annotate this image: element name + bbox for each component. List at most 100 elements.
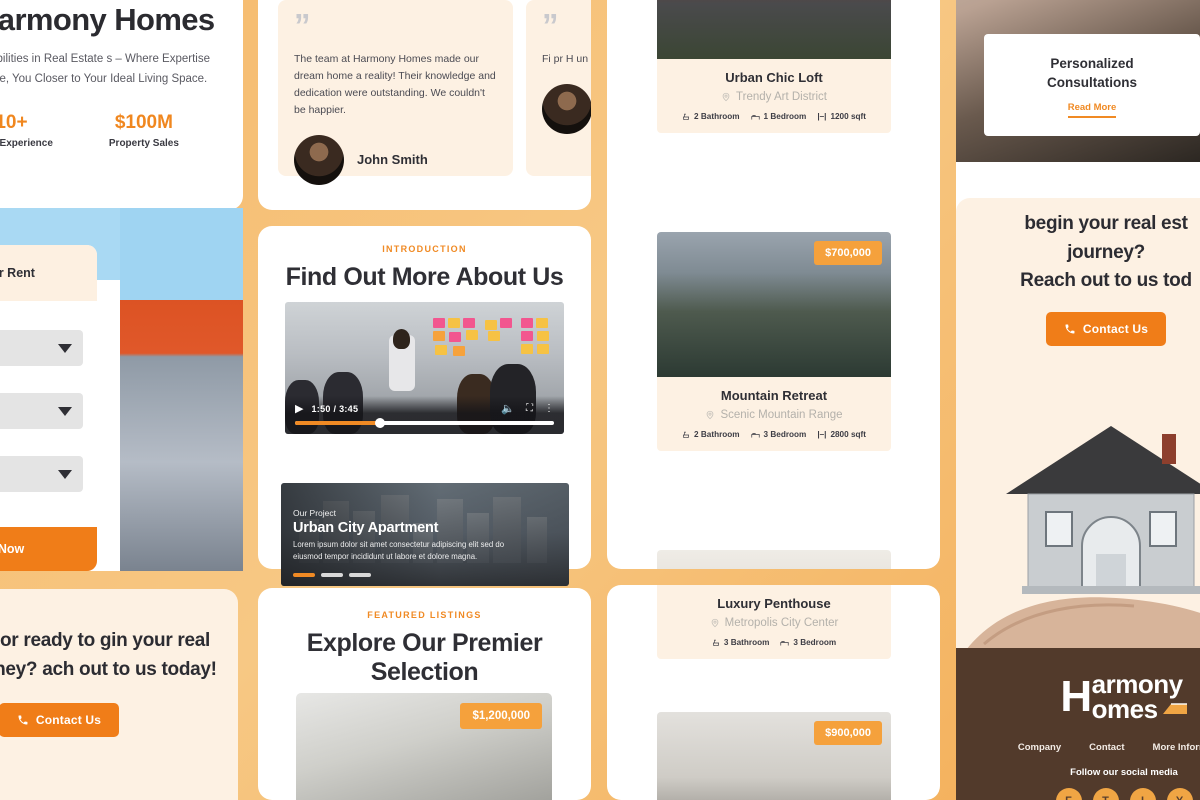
- service-card[interactable]: Personalized Consultations Read More: [984, 34, 1200, 136]
- listing-bedrooms: 3 Bedroom: [780, 638, 836, 647]
- listing-card[interactable]: Urban Chic Loft Trendy Art District 2 Ba…: [657, 0, 891, 133]
- video-timestamp: 1:50 / 3:45: [311, 403, 359, 414]
- bed-icon: [750, 115, 760, 120]
- search-form: n location y Type property type nge pric…: [0, 301, 97, 492]
- service-title-line2: Consultations: [1047, 75, 1137, 91]
- property-search-panel: 🏷 or Sale For Rent n location y Type pro…: [0, 208, 243, 571]
- chevron-down-icon: [58, 343, 72, 353]
- volume-icon[interactable]: 🔈: [501, 402, 515, 415]
- footer-link-more-information[interactable]: More Information: [1153, 742, 1200, 753]
- stat-value: 10+: [0, 111, 28, 133]
- price-badge: $1,200,000: [460, 703, 542, 729]
- tab-for-rent-label: For Rent: [0, 266, 35, 280]
- roof-icon: [1162, 703, 1187, 714]
- search-now-button[interactable]: Search Now: [0, 527, 97, 571]
- listing-card[interactable]: Luxury Penthouse Metropolis City Center …: [657, 585, 891, 659]
- footer-follow-label: Follow our social media: [1070, 766, 1178, 778]
- stat-label: Property Sales: [108, 137, 179, 149]
- listing-image: [657, 0, 891, 59]
- stat-property-sales: $100M Property Sales: [109, 112, 179, 149]
- facebook-icon[interactable]: F: [1055, 787, 1082, 800]
- map-pin-icon: [711, 618, 718, 628]
- listing-area: |–| 1200 sqft: [817, 112, 866, 121]
- listing-card[interactable]: [657, 550, 891, 569]
- instagram-icon[interactable]: I: [1129, 787, 1156, 800]
- bath-icon: [683, 431, 690, 438]
- project-text: Our Project Urban City Apartment Lorem i…: [293, 508, 518, 564]
- video-progress-track[interactable]: [295, 418, 554, 428]
- template-showcase-grid: with Harmony Homes a World of Possibilit…: [0, 0, 1200, 800]
- carousel-dot[interactable]: [321, 573, 343, 577]
- listing-location: Scenic Mountain Range: [665, 409, 883, 421]
- footer-logo-line2: omes: [1091, 693, 1158, 724]
- phone-icon: [1065, 324, 1075, 333]
- house-in-hand-illustration: [966, 426, 1200, 650]
- bed-icon: [750, 433, 760, 438]
- cta-right-line1: begin your real est: [1024, 213, 1188, 234]
- contact-us-button[interactable]: Contact Us: [0, 703, 120, 737]
- phone-icon: [18, 715, 28, 725]
- intro-video-player[interactable]: ▶ 1:50 / 3:45 🔈 ⛶ ⋮: [285, 302, 564, 434]
- twitter-icon[interactable]: T: [1092, 787, 1119, 800]
- listing-info: Luxury Penthouse Metropolis City Center …: [657, 585, 891, 659]
- featured-eyebrow: FEATURED LISTINGS: [367, 610, 482, 620]
- footer-logo-initial: H: [1060, 671, 1092, 721]
- listing-name: Mountain Retreat: [720, 388, 828, 403]
- hero-title: with Harmony Homes: [0, 2, 215, 37]
- listings-panel-bottom: Luxury Penthouse Metropolis City Center …: [607, 585, 940, 800]
- cta-left-text: questions or ready to gin your real esta…: [0, 630, 217, 680]
- chevron-down-icon: [58, 406, 72, 416]
- property-type-field-label: y Type: [0, 377, 83, 388]
- carousel-dot[interactable]: [293, 573, 315, 577]
- testimonial-author: [542, 83, 591, 134]
- featured-listing-card[interactable]: $1,200,000: [296, 693, 552, 800]
- listing-location-label: Scenic Mountain Range: [720, 409, 843, 421]
- listing-image: [657, 550, 891, 569]
- location-select[interactable]: location: [0, 330, 83, 366]
- more-vertical-icon[interactable]: ⋮: [544, 403, 554, 414]
- map-pin-icon: [722, 92, 730, 102]
- hero-subtitle: a World of Possibilities in Real Estate …: [0, 53, 210, 86]
- carousel-dots: [293, 573, 371, 577]
- contact-us-label: Contact Us: [35, 713, 102, 727]
- contact-cta-panel-right: begin your real est journey? Reach out t…: [956, 198, 1200, 650]
- property-type-select[interactable]: property type: [0, 393, 83, 429]
- testimonials-panel: ” The team at Harmony Homes made our dre…: [258, 0, 591, 210]
- youtube-icon[interactable]: Y: [1166, 787, 1193, 800]
- price-range-select[interactable]: price range: [0, 456, 83, 492]
- listing-bedrooms: 1 Bedroom: [750, 112, 806, 121]
- listing-meta: 2 Bathroom 3 Bedroom |–| 2800 sqft: [665, 430, 883, 439]
- search-card: 🏷 or Sale For Rent n location y Type pro…: [0, 245, 97, 571]
- play-icon[interactable]: ▶: [295, 402, 303, 415]
- listing-area: |–| 2800 sqft: [817, 430, 866, 439]
- project-title: Urban City Apartment: [293, 519, 439, 536]
- listing-meta: 3 Bathroom 3 Bedroom: [665, 638, 883, 647]
- cta-right-line2: journey?: [1067, 241, 1145, 263]
- carousel-dot[interactable]: [349, 573, 371, 577]
- avatar: [542, 83, 591, 134]
- stat-value: $100M: [114, 111, 173, 133]
- footer-link-company[interactable]: Company: [1018, 742, 1061, 753]
- area-icon: |–|: [817, 430, 827, 439]
- map-pin-icon: [707, 410, 714, 420]
- price-range-field-label: nge: [0, 440, 83, 451]
- quote-mark-icon: ”: [294, 7, 311, 44]
- listing-meta: 2 Bathroom 1 Bedroom |–| 1200 sqft: [665, 112, 883, 121]
- read-more-link[interactable]: Read More: [1067, 102, 1117, 119]
- tab-for-rent[interactable]: For Rent: [0, 266, 35, 280]
- contact-us-button[interactable]: Contact Us: [1045, 311, 1167, 346]
- featured-listings-panel: FEATURED LISTINGS Explore Our Premier Se…: [258, 588, 591, 800]
- footer-social-links: F T I Y: [956, 787, 1200, 800]
- listing-card[interactable]: $700,000 Mountain Retreat Scenic Mountai…: [657, 232, 891, 451]
- listing-card[interactable]: $900,000: [657, 712, 891, 800]
- fullscreen-icon[interactable]: ⛶: [526, 403, 533, 414]
- footer-link-contact[interactable]: Contact: [1089, 742, 1124, 753]
- listing-location: Trendy Art District: [665, 91, 883, 103]
- about-eyebrow: INTRODUCTION: [382, 244, 467, 254]
- quote-mark-icon: ”: [542, 7, 559, 44]
- project-description: Lorem ipsum dolor sit amet consectetur a…: [293, 539, 505, 562]
- listing-info: Mountain Retreat Scenic Mountain Range 2…: [657, 377, 891, 451]
- listing-location-label: Metropolis City Center: [724, 617, 839, 629]
- avatar: [294, 134, 344, 185]
- project-showcase-card[interactable]: Our Project Urban City Apartment Lorem i…: [281, 483, 569, 586]
